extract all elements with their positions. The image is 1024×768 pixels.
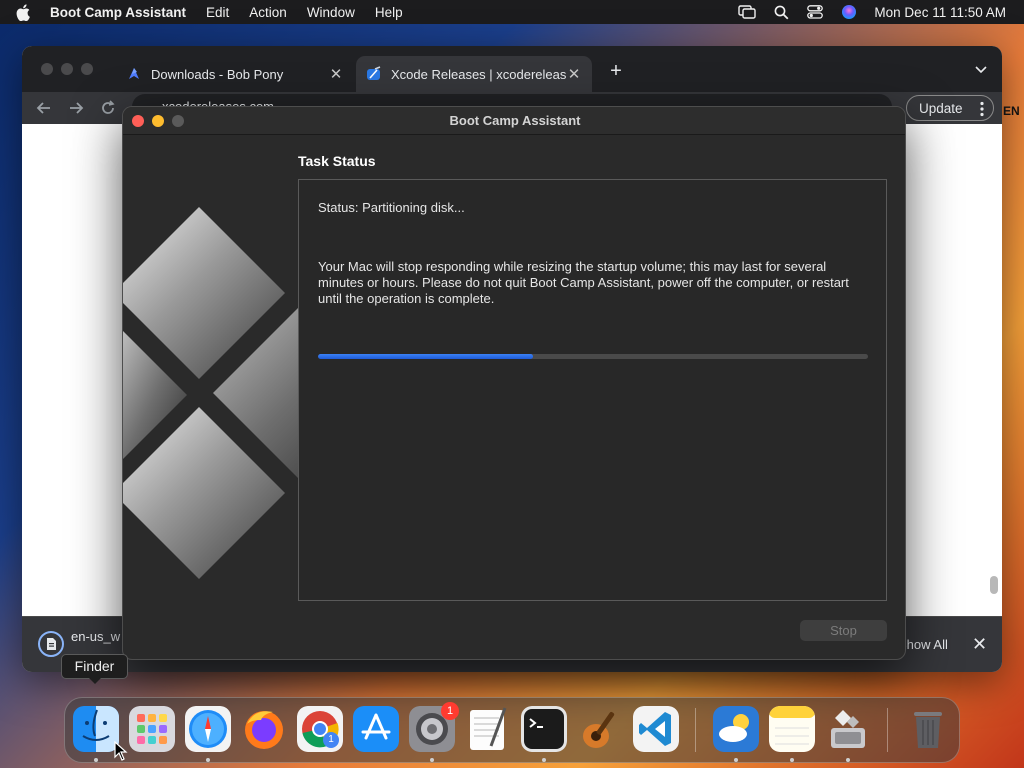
terminal-running-dot	[542, 758, 546, 762]
menu-app-name[interactable]: Boot Camp Assistant	[50, 5, 186, 20]
dialog-title: Boot Camp Assistant	[449, 113, 581, 128]
task-status-heading: Task Status	[298, 153, 376, 169]
textedit-icon[interactable]	[465, 706, 511, 752]
window-minimize-button[interactable]	[61, 63, 73, 75]
weather-icon[interactable]	[713, 706, 759, 752]
tab-xcode-releases[interactable]: Xcode Releases | xcodereleases ✕	[356, 56, 592, 92]
menu-window[interactable]: Window	[307, 5, 355, 20]
dock-separator	[695, 708, 696, 752]
bob-pony-favicon-icon	[129, 68, 139, 79]
dialog-titlebar: Boot Camp Assistant	[123, 107, 905, 135]
spotlight-search-icon[interactable]	[772, 4, 790, 20]
menu-action[interactable]: Action	[249, 5, 287, 20]
tab-title: Xcode Releases | xcodereleases	[391, 66, 566, 82]
vscode-icon[interactable]	[633, 706, 679, 752]
mouse-cursor-icon	[114, 741, 128, 761]
launchpad-icon[interactable]	[129, 706, 175, 752]
menu-bar: Boot Camp Assistant Edit Action Window H…	[0, 0, 1024, 24]
more-options-icon[interactable]	[980, 101, 984, 117]
page-side-text: EN	[1003, 104, 1020, 118]
trash-icon[interactable]	[905, 706, 951, 752]
garageband-icon[interactable]	[577, 706, 623, 752]
menu-help[interactable]: Help	[375, 5, 403, 20]
tab-close-icon[interactable]: ✕	[566, 65, 582, 83]
finder-tooltip: Finder	[61, 654, 128, 684]
update-label: Update	[919, 100, 963, 116]
dock: 1 1	[64, 697, 960, 763]
weather-running-dot	[734, 758, 738, 762]
control-center-icon[interactable]	[806, 4, 824, 20]
system-settings-running-dot	[430, 758, 434, 762]
tab-downloads-bob-pony[interactable]: Downloads - Bob Pony ✕	[116, 56, 354, 92]
notes-running-dot	[790, 758, 794, 762]
menu-edit[interactable]: Edit	[206, 5, 229, 20]
progress-bar	[318, 354, 868, 359]
siri-icon[interactable]	[840, 4, 858, 20]
terminal-icon[interactable]	[521, 706, 567, 752]
close-download-bar-icon[interactable]: ✕	[972, 634, 987, 655]
status-panel: Status: Partitioning disk... Your Mac wi…	[298, 179, 887, 601]
status-text: Status: Partitioning disk...	[318, 200, 465, 215]
tab-close-icon[interactable]: ✕	[328, 65, 344, 83]
screen-mirroring-icon[interactable]	[738, 4, 757, 20]
xcode-favicon-icon	[367, 66, 381, 80]
boot-camp-assistant-icon[interactable]	[825, 706, 871, 752]
download-file-icon[interactable]	[38, 631, 64, 657]
forward-arrow-icon[interactable]	[66, 98, 86, 118]
menu-clock[interactable]: Mon Dec 11 11:50 AM	[874, 5, 1006, 20]
tab-strip: Downloads - Bob Pony ✕ Xcode Releases | …	[22, 46, 1002, 92]
update-button[interactable]: Update	[906, 95, 994, 121]
new-tab-button[interactable]: +	[606, 60, 626, 83]
boot-camp-running-dot	[846, 758, 850, 762]
firefox-icon[interactable]	[241, 706, 287, 752]
safari-icon[interactable]	[185, 706, 231, 752]
notes-icon[interactable]	[769, 706, 815, 752]
window-close-button[interactable]	[41, 63, 53, 75]
system-settings-badge: 1	[441, 702, 459, 720]
chrome-badge: 1	[323, 732, 339, 748]
window-zoom-button[interactable]	[81, 63, 93, 75]
dock-separator-trash	[887, 708, 888, 752]
boot-camp-dialog: Boot Camp Assistant Task Status Status: …	[122, 106, 906, 660]
apple-menu-icon[interactable]	[16, 1, 36, 23]
app-store-icon[interactable]	[353, 706, 399, 752]
back-arrow-icon[interactable]	[34, 98, 54, 118]
reload-icon[interactable]	[98, 98, 118, 118]
progress-bar-fill	[318, 354, 533, 359]
stop-button[interactable]: Stop	[800, 620, 887, 641]
warning-message: Your Mac will stop responding while resi…	[318, 259, 849, 306]
safari-running-dot	[206, 758, 210, 762]
finder-running-dot	[94, 758, 98, 762]
tab-search-chevron-icon[interactable]	[974, 62, 988, 76]
finder-icon[interactable]	[73, 706, 119, 752]
page-scrollbar[interactable]	[990, 576, 998, 594]
tab-title: Downloads - Bob Pony	[151, 66, 284, 82]
